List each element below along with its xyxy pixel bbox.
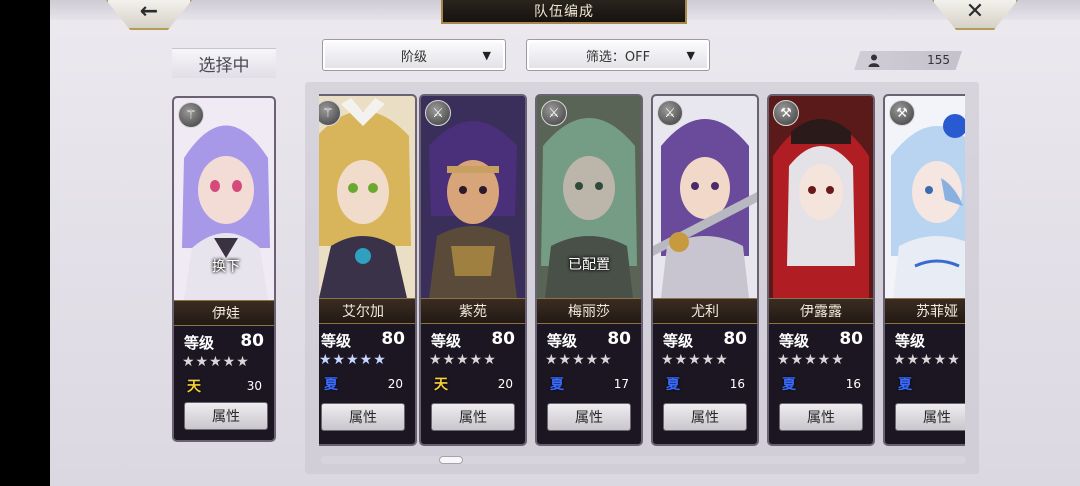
attributes-button[interactable]: 属性 — [547, 403, 631, 431]
horizontal-scrollbar[interactable] — [321, 456, 966, 464]
caret-down-icon: ▼ — [482, 49, 491, 62]
scrollbar-thumb[interactable] — [439, 456, 463, 464]
close-button[interactable]: ✕ — [932, 0, 1018, 30]
unit-name: 尤利 — [653, 298, 757, 324]
unit-portrait — [885, 96, 965, 298]
level-value: 80 — [607, 329, 631, 349]
unit-portrait — [319, 96, 415, 298]
unit-cost: 16 — [845, 377, 861, 391]
unit-portrait — [421, 96, 525, 298]
star-rating: ★★★★★ — [893, 352, 961, 368]
sword-icon: ⚔ — [541, 100, 567, 126]
close-icon: ✕ — [965, 0, 985, 24]
caret-down-icon: ▼ — [686, 49, 695, 62]
portrait-art-iruru — [769, 96, 873, 298]
unit-name: 艾尔加 — [319, 298, 415, 324]
rank-badge: 天 — [187, 379, 201, 395]
rank-sort-label: 阶级 — [400, 49, 427, 65]
unit-name: 紫苑 — [421, 298, 525, 324]
rank-badge: 天 — [434, 377, 448, 393]
unit-list[interactable]: ⚚ 艾尔加 等级 80 ★★★★★ 夏 20 属性 ⚔ 紫苑 等级 80 ★★★… — [319, 94, 965, 446]
selected-label: 选择中 — [172, 48, 276, 78]
swap-out-label: 换下 — [212, 259, 240, 275]
level-label: 等级 — [779, 332, 810, 350]
star-rating: ★★★★★ — [429, 352, 497, 368]
unit-name: 苏菲娅 — [885, 298, 965, 324]
sword-icon: ⚔ — [657, 100, 683, 126]
axe-icon: ⚒ — [889, 100, 915, 126]
level-value: 80 — [491, 329, 515, 349]
unit-cost: 17 — [613, 377, 629, 391]
level-value: 80 — [839, 329, 863, 349]
unit-name: 伊娃 — [174, 300, 274, 326]
attributes-button[interactable]: 属性 — [321, 403, 405, 431]
attributes-button[interactable]: 属性 — [779, 403, 863, 431]
level-label: 等级 — [184, 334, 215, 352]
selected-unit-card[interactable]: ⚚ 换下 伊娃 等级 80 ★★★★★ 天 30 属性 — [172, 96, 276, 442]
unit-cost: 30 — [246, 379, 262, 393]
back-arrow-icon: ← — [139, 0, 159, 24]
unit-portrait — [769, 96, 873, 298]
star-rating: ★★★★★ — [182, 354, 250, 370]
rank-sort-dropdown[interactable]: 阶级 ▼ — [322, 39, 506, 71]
level-label: 等级 — [431, 332, 462, 350]
level-value: 80 — [381, 329, 405, 349]
team-formation-screen: ← 队伍编成 ✕ 选择中 阶级 ▼ 筛选：OFF ▼ 155 ⚚ 换下 伊娃 等… — [50, 0, 1080, 486]
star-rating: ★★★★★ — [545, 352, 613, 368]
unit-name: 梅丽莎 — [537, 298, 641, 324]
filter-dropdown[interactable]: 筛选：OFF ▼ — [526, 39, 710, 71]
person-icon — [868, 54, 880, 67]
level-label: 等级 — [663, 332, 694, 350]
wand-icon: ⚚ — [178, 102, 204, 128]
level-label: 等级 — [547, 332, 578, 350]
filter-label: 筛选：OFF — [585, 49, 651, 65]
unit-card[interactable]: ⚒ 伊露露 等级 80 ★★★★★ 夏 16 属性 — [767, 94, 875, 446]
unit-count-badge: 155 — [854, 51, 962, 70]
star-rating: ★★★★★ — [777, 352, 845, 368]
star-rating: ★★★★★ — [319, 352, 387, 368]
portrait-art-yuri — [653, 96, 757, 298]
axe-icon: ⚒ — [773, 100, 799, 126]
rank-badge: 夏 — [782, 377, 796, 393]
unit-cost: 20 — [387, 377, 403, 391]
unit-card[interactable]: ⚔ 紫苑 等级 80 ★★★★★ 天 20 属性 — [419, 94, 527, 446]
unit-cost: 20 — [497, 377, 513, 391]
unit-card[interactable]: ⚔ 尤利 等级 80 ★★★★★ 夏 16 属性 — [651, 94, 759, 446]
unit-name: 伊露露 — [769, 298, 873, 324]
level-value: 80 — [240, 331, 264, 351]
unit-cost: 16 — [729, 377, 745, 391]
level-value: 80 — [723, 329, 747, 349]
unit-card[interactable]: ⚚ 艾尔加 等级 80 ★★★★★ 夏 20 属性 — [319, 94, 417, 446]
rank-badge: 夏 — [550, 377, 564, 393]
portrait-art-sophia — [885, 96, 965, 298]
rank-badge: 夏 — [898, 377, 912, 393]
unit-portrait — [653, 96, 757, 298]
unit-status-label: 已配置 — [568, 257, 610, 273]
unit-card[interactable]: ⚔ 已配置 梅丽莎 等级 80 ★★★★★ 夏 17 属性 — [535, 94, 643, 446]
level-label: 等级 — [321, 332, 352, 350]
level-label: 等级 — [895, 332, 926, 350]
rank-badge: 夏 — [666, 377, 680, 393]
attributes-button[interactable]: 属性 — [184, 402, 268, 430]
attributes-button[interactable]: 属性 — [663, 403, 747, 431]
portrait-art-elga — [319, 96, 415, 298]
rank-badge: 夏 — [324, 377, 338, 393]
back-button[interactable]: ← — [106, 0, 192, 30]
sword-icon: ⚔ — [425, 100, 451, 126]
attributes-button[interactable]: 属性 — [431, 403, 515, 431]
page-title: 队伍编成 — [441, 0, 687, 24]
attributes-button[interactable]: 属性 — [895, 403, 965, 431]
unit-card[interactable]: ⚒ 苏菲娅 等级 80 ★★★★★ 夏 属性 — [883, 94, 965, 446]
portrait-art-shion — [421, 96, 525, 298]
unit-count: 155 — [927, 53, 950, 67]
star-rating: ★★★★★ — [661, 352, 729, 368]
